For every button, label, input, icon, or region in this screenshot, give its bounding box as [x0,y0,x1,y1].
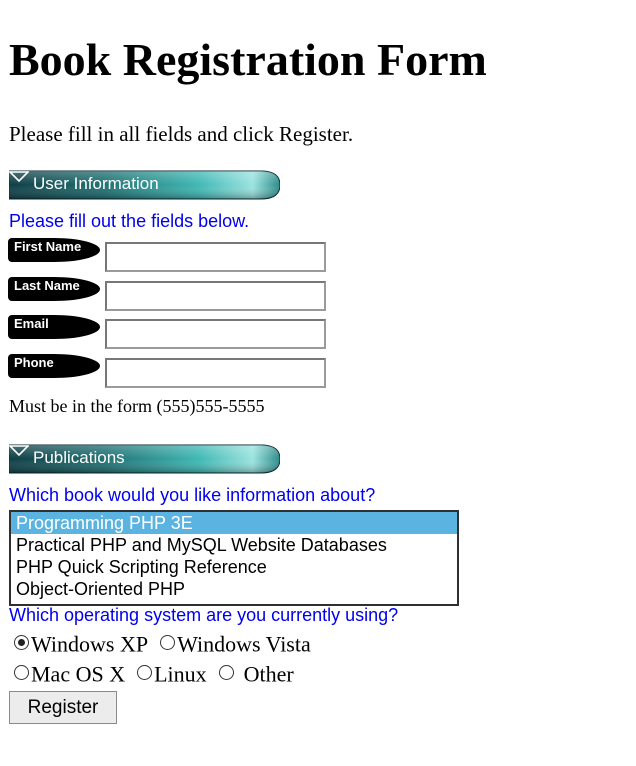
os-option-label: Windows XP [31,631,149,657]
os-radio-row-1: Windows XP Windows Vista [14,630,319,658]
email-label: Email [14,316,49,331]
book-listbox[interactable]: Programming PHP 3E Practical PHP and MyS… [9,510,459,606]
user-information-banner: User Information [9,170,280,200]
phone-format-hint: Must be in the form (555)555-5555 [9,396,265,416]
os-question: Which operating system are you currently… [9,605,399,625]
radio-button[interactable] [137,664,153,680]
page-title: Book Registration Form [9,34,487,85]
os-option-mac-os-x[interactable]: Mac OS X [14,660,125,688]
last-name-label-pill: Last Name [8,277,100,301]
os-option-label: Linux [154,661,207,687]
publications-banner: Publications [9,444,280,474]
email-input[interactable] [105,319,326,349]
book-option[interactable]: Practical PHP and MySQL Website Database… [11,534,457,556]
os-option-label: Mac OS X [31,661,126,687]
radio-button[interactable] [14,664,29,680]
first-name-label: First Name [14,239,82,254]
phone-label-pill: Phone [8,354,100,378]
banner-label: User Information [33,174,159,193]
os-option-windows-xp[interactable]: Windows XP [14,630,148,658]
book-option[interactable]: Object-Oriented PHP [11,578,457,600]
chevron-down-icon [9,445,29,456]
radio-button[interactable] [160,634,176,650]
os-radio-row-2: Mac OS X Linux Other [14,660,302,688]
os-option-linux[interactable]: Linux [137,660,207,688]
book-option[interactable]: PHP Quick Scripting Reference [11,556,457,578]
book-option[interactable]: Programming PHP 3E [11,512,457,534]
os-option-windows-vista[interactable]: Windows Vista [160,630,311,658]
radio-button-checked[interactable] [14,634,29,650]
book-question: Which book would you like information ab… [9,485,376,505]
os-option-label: Other [243,661,294,687]
last-name-label: Last Name [14,278,80,293]
os-option-other[interactable]: Other [218,660,294,688]
os-option-label: Windows Vista [177,631,311,657]
page-intro: Please fill in all fields and click Regi… [9,122,354,146]
user-instructions: Please fill out the fields below. [9,211,250,231]
phone-label: Phone [14,355,54,370]
radio-button[interactable] [218,664,234,680]
register-button[interactable]: Register [9,691,117,724]
chevron-down-icon [9,171,29,182]
last-name-input[interactable] [105,281,326,311]
first-name-label-pill: First Name [8,238,100,262]
phone-input[interactable] [105,358,326,388]
email-label-pill: Email [8,315,100,339]
first-name-input[interactable] [105,242,326,272]
banner-label: Publications [33,448,125,467]
registration-page: Book Registration Form Please fill in al… [0,0,636,766]
